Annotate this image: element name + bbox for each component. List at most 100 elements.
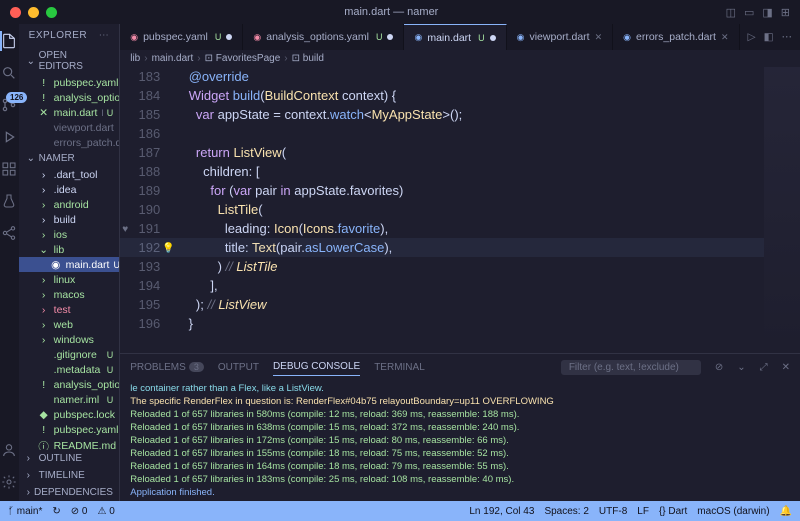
file-tree-item[interactable]: ›windows (19, 332, 120, 347)
layout-icon[interactable]: ◫ (726, 6, 736, 19)
dependencies-section[interactable]: ›DEPENDENCIES (19, 484, 120, 501)
tab-debug-console[interactable]: DEBUG CONSOLE (273, 358, 360, 376)
gutter-heart-icon[interactable]: ♥ (122, 220, 128, 239)
breadcrumb[interactable]: lib›main.dart›⊡ FavoritesPage›⊡ build (120, 50, 800, 67)
collapse-icon[interactable]: ⌄ (737, 362, 745, 373)
file-tree-item[interactable]: ⌄lib (19, 242, 120, 257)
close-button[interactable] (10, 7, 21, 18)
panel-tabs: PROBLEMS3 OUTPUT DEBUG CONSOLE TERMINAL … (120, 354, 800, 380)
maximize-panel-icon[interactable]: ⤢ (760, 362, 768, 373)
file-tree-item[interactable]: ›.idea (19, 182, 120, 197)
code-editor[interactable]: ♥ 💡 183184185186187188189190191192193194… (120, 67, 800, 353)
tab-output[interactable]: OUTPUT (218, 359, 259, 376)
timeline-section[interactable]: ›TIMELINE (19, 467, 120, 484)
status-device[interactable]: macOS (darwin) (697, 506, 769, 517)
sidebar-more-icon[interactable]: ⋯ (99, 30, 110, 41)
file-tree-item[interactable]: ›ios (19, 227, 120, 242)
open-editor-item[interactable]: !analysis_options.yamlU (19, 90, 120, 105)
editor-tab[interactable]: ◉errors_patch.dart✕ (613, 24, 739, 50)
breadcrumb-item[interactable]: lib (130, 53, 140, 64)
window-title: main.dart — namer (57, 6, 726, 18)
file-tree-item[interactable]: ›.dart_tool (19, 167, 120, 182)
file-tree-item[interactable]: !analysis_options.yamlU (19, 377, 120, 392)
outline-section[interactable]: ›OUTLINE (19, 450, 120, 467)
split-icon[interactable]: ◧ (764, 31, 774, 43)
file-tree-item[interactable]: ◆pubspec.lockU (19, 407, 120, 422)
open-editors-section[interactable]: ⌄OPEN EDITORS (19, 47, 120, 75)
project-section[interactable]: ⌄NAMER (19, 150, 120, 167)
file-tree-item[interactable]: !pubspec.yamlU (19, 422, 120, 437)
status-sync[interactable]: ↻ (52, 506, 60, 517)
search-icon[interactable] (0, 64, 18, 82)
open-editor-item[interactable]: viewport.dart~/fvm/versions/stable/packa… (19, 120, 120, 135)
debug-icon[interactable] (0, 128, 18, 146)
activity-bar: 126 (0, 24, 19, 501)
testing-icon[interactable] (0, 192, 18, 210)
debug-console-output[interactable]: le container rather than a Flex, like a … (120, 380, 800, 501)
file-tree-item[interactable]: ◉main.dartU (19, 257, 120, 272)
close-panel-icon[interactable]: ✕ (782, 362, 790, 373)
editor-tab[interactable]: ◉pubspec.yamlU (120, 24, 243, 50)
window-controls (10, 7, 57, 18)
account-icon[interactable] (0, 441, 18, 459)
file-tree-item[interactable]: namer.imlU (19, 392, 120, 407)
clear-console-icon[interactable]: ⊘ (715, 362, 723, 373)
titlebar-actions: ◫ ▭ ◨ ⊞ (726, 6, 790, 19)
current-line-highlight (120, 238, 764, 257)
titlebar: main.dart — namer ◫ ▭ ◨ ⊞ (0, 0, 800, 24)
sidebar-header: EXPLORER ⋯ (19, 24, 120, 47)
status-errors[interactable]: ⊘ 0 (71, 506, 88, 517)
tab-terminal[interactable]: TERMINAL (374, 359, 425, 376)
explorer-icon[interactable] (0, 32, 18, 50)
file-tree-item[interactable]: ›test (19, 302, 120, 317)
file-tree-item[interactable]: ›build (19, 212, 120, 227)
panel-filter-input[interactable]: Filter (e.g. text, !exclude) (561, 360, 701, 375)
tab-problems[interactable]: PROBLEMS3 (130, 359, 204, 376)
status-position[interactable]: Ln 192, Col 43 (469, 506, 534, 517)
editor-tab[interactable]: ◉analysis_options.yamlU (243, 24, 404, 50)
editor-tab[interactable]: ◉main.dartU (404, 24, 506, 50)
open-editor-item[interactable]: ✕main.dartlibU (19, 105, 120, 120)
status-bar: ᚶ main* ↻ ⊘ 0 ⚠ 0 Ln 192, Col 43 Spaces:… (0, 501, 800, 521)
editor-area: ◉pubspec.yamlU◉analysis_options.yamlU◉ma… (120, 24, 800, 501)
status-spaces[interactable]: Spaces: 2 (544, 506, 588, 517)
file-tree-item[interactable]: ›macos (19, 287, 120, 302)
code-content[interactable]: @override Widget build(BuildContext cont… (170, 67, 800, 353)
settings-icon[interactable] (0, 473, 18, 491)
status-branch[interactable]: ᚶ main* (8, 506, 42, 517)
file-tree-item[interactable]: ›web (19, 317, 120, 332)
open-editor-item[interactable]: errors_patch.dartfrom the SDK (19, 135, 120, 150)
line-numbers: 1831841851861871881891901911921931941951… (120, 67, 170, 353)
sidebar: EXPLORER ⋯ ⌄OPEN EDITORS !pubspec.yamlU!… (19, 24, 121, 501)
status-notifications[interactable]: 🔔 (780, 506, 792, 517)
breadcrumb-item[interactable]: main.dart (152, 53, 194, 64)
sidebar-toggle-icon[interactable]: ◨ (762, 6, 772, 19)
minimize-button[interactable] (28, 7, 39, 18)
file-tree-item[interactable]: ›linux (19, 272, 120, 287)
maximize-button[interactable] (46, 7, 57, 18)
status-language[interactable]: {} Dart (659, 506, 687, 517)
file-tree-item[interactable]: ›android (19, 197, 120, 212)
status-eol[interactable]: LF (637, 506, 649, 517)
extensions-icon[interactable] (0, 160, 18, 178)
lightbulb-icon[interactable]: 💡 (162, 239, 174, 258)
open-editor-item[interactable]: !pubspec.yamlU (19, 75, 120, 90)
status-encoding[interactable]: UTF-8 (599, 506, 627, 517)
panel-toggle-icon[interactable]: ▭ (744, 6, 754, 19)
layout-customize-icon[interactable]: ⊞ (781, 6, 790, 19)
file-tree-item[interactable]: .gitignoreU (19, 347, 120, 362)
editor-tab[interactable]: ◉viewport.dart✕ (507, 24, 614, 50)
file-tree-item[interactable]: .metadataU (19, 362, 120, 377)
editor-tabs: ◉pubspec.yamlU◉analysis_options.yamlU◉ma… (120, 24, 800, 50)
sidebar-title: EXPLORER (29, 30, 87, 41)
run-icon[interactable]: ▷ (748, 31, 756, 43)
minimap[interactable] (764, 67, 800, 353)
more-icon[interactable]: ⋯ (782, 31, 793, 43)
breadcrumb-item[interactable]: ⊡ FavoritesPage (205, 53, 281, 64)
breadcrumb-item[interactable]: ⊡ build (292, 53, 324, 64)
file-tree-item[interactable]: ⓘREADME.mdU (19, 437, 120, 450)
share-icon[interactable] (0, 224, 18, 242)
bottom-panel: PROBLEMS3 OUTPUT DEBUG CONSOLE TERMINAL … (120, 353, 800, 501)
status-warnings[interactable]: ⚠ 0 (97, 506, 114, 517)
scm-badge: 126 (6, 92, 27, 103)
